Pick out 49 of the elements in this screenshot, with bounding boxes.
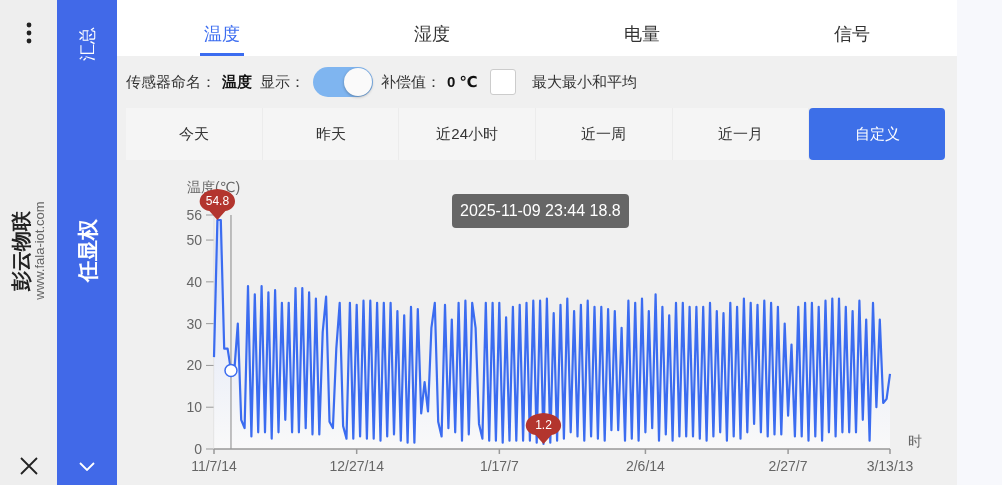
annotation: 54.8	[205, 194, 230, 209]
axis-title: 时	[908, 433, 922, 449]
x-axis-label: 1/17/7	[479, 458, 519, 474]
range-button[interactable]: 近一月	[672, 108, 809, 160]
display-toggle[interactable]	[313, 67, 373, 97]
sensor-tab[interactable]: 温度	[200, 0, 244, 56]
x-axis-label: 12/27/14	[329, 458, 384, 474]
x-axis-label: 11/7/14	[191, 458, 237, 474]
range-button[interactable]: 自定义	[809, 108, 946, 160]
sensor-tab[interactable]: 电量	[620, 0, 664, 56]
brand-name: 彭云物联	[8, 210, 33, 291]
sensor-tab[interactable]: 湿度	[410, 0, 454, 56]
checkbox-label: 最大最小和平均	[531, 72, 637, 92]
x-axis-label: 2/27/7	[768, 458, 808, 474]
user-name: 任显权	[74, 218, 100, 282]
sensor-tab[interactable]: 信号	[830, 0, 874, 56]
offset-value: 0 ℃	[447, 73, 478, 91]
chevron-down-icon[interactable]	[79, 462, 95, 471]
close-icon[interactable]	[19, 457, 38, 475]
annotation: 1.2	[535, 417, 553, 432]
tooltip: 2025-11-09 23:44 18.8	[452, 194, 629, 228]
y-tick-label: 0	[194, 441, 203, 457]
y-axis-tick: 20	[186, 357, 215, 374]
y-tick-label: 50	[186, 232, 203, 249]
data-point-marker	[224, 363, 238, 378]
y-axis-tick: 30	[186, 315, 215, 332]
range-button[interactable]: 近24小时	[399, 108, 535, 160]
range-button[interactable]: 今天	[126, 108, 262, 160]
field-label: 补偿值：	[381, 72, 441, 92]
sensor-name: 温度	[222, 72, 252, 92]
website-url: www.fala-iot.com	[32, 201, 47, 300]
y-axis-tick: 50	[186, 232, 215, 249]
range-button[interactable]: 昨天	[262, 108, 399, 160]
y-axis-tick: 40	[186, 273, 215, 290]
y-tick-label: 10	[186, 399, 203, 416]
more-icon[interactable]	[25, 22, 32, 44]
x-axis-label: 2/6/14	[625, 458, 665, 474]
x-axis-label: 3/13/13	[866, 458, 914, 474]
y-tick-label: 40	[186, 273, 203, 290]
y-tick-label: 30	[186, 315, 203, 332]
field-label: 显示：	[260, 72, 305, 92]
value-pin: 1.2	[525, 413, 562, 444]
stats-checkbox[interactable]	[489, 69, 516, 95]
range-button[interactable]: 近一周	[536, 108, 672, 160]
y-tick-label: 20	[186, 357, 203, 374]
field-label: 传感器命名：	[126, 72, 216, 92]
summary-tab[interactable]: 汇总	[75, 26, 99, 60]
y-axis-tick: 10	[186, 399, 215, 416]
y-axis-tick: 0	[194, 441, 215, 457]
